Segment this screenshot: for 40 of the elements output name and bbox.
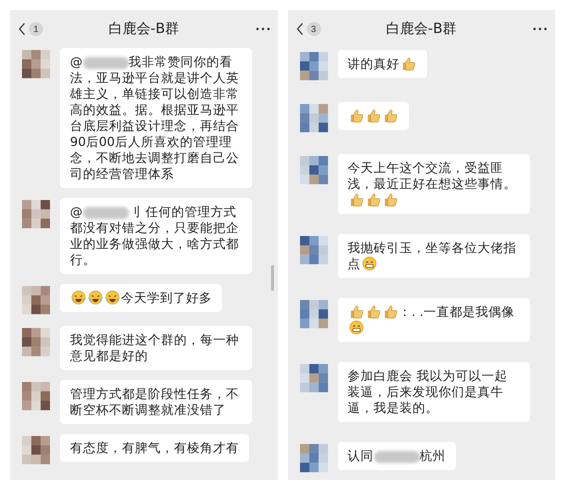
message-text: 今天学到了好多 bbox=[70, 290, 212, 305]
back-button[interactable]: 1 bbox=[18, 22, 78, 36]
message-text: 我抛砖引玉，坐等各位大佬指点 bbox=[348, 240, 516, 271]
thumbs-up-icon bbox=[366, 304, 380, 319]
message-text: @ 刂 任何的管理方式都没有对错之分，只要能把企业的业务做强做大，啥方式都行。 bbox=[70, 204, 239, 267]
thumbs-up-icon bbox=[348, 108, 364, 123]
thumbs-up-icon bbox=[366, 108, 380, 123]
redaction-blur bbox=[82, 206, 128, 219]
laughing-face-icon bbox=[105, 290, 120, 305]
grinning-face-icon bbox=[362, 256, 376, 271]
laughing-face-icon bbox=[71, 290, 86, 305]
message-text: @ 我非常赞同你的看法，亚马逊平台就是讲个人英雄主义，单链接可以创造非常高的效益。据。根据亚马逊平台底层利益设计理念，再结合90后00后人所喜欢的管理理念，不断地去调整打磨自己公司的经营管理体系 bbox=[70, 54, 239, 181]
redaction-blur bbox=[374, 450, 420, 463]
scroll-bar bbox=[270, 265, 274, 291]
chat-title: 白鹿会-B群 bbox=[384, 20, 458, 38]
thumbs-up-icon bbox=[382, 192, 398, 207]
redaction-blur bbox=[82, 56, 128, 69]
thumbs-up-icon bbox=[382, 304, 398, 319]
back-icon bbox=[18, 22, 26, 36]
back-icon bbox=[296, 22, 304, 36]
thumbs-up-icon bbox=[366, 192, 380, 207]
message-text: 管理方式都是阶段性任务，不断空杯不断调整就准没错了 bbox=[70, 386, 239, 417]
message-text: 认同 杭州 bbox=[348, 448, 446, 463]
laughing-face-icon bbox=[88, 290, 103, 305]
grinning-face-icon bbox=[348, 320, 364, 335]
more-icon bbox=[533, 27, 547, 31]
message-text: 有态度，有脾气，有棱角才有 bbox=[70, 440, 239, 455]
thumbs-up-icon bbox=[382, 108, 398, 123]
message-text: 讲的真好 bbox=[348, 56, 416, 71]
message-text: ：. .一直都是我偶像 bbox=[348, 304, 514, 335]
unread-count: 3 bbox=[306, 22, 320, 36]
unread-count: 1 bbox=[29, 22, 43, 36]
message-text: 参加白鹿会 我以为可以一起装逼，后来发现你们是真牛逼，我是装的。 bbox=[348, 368, 508, 415]
thumbs-up-icon bbox=[348, 192, 364, 207]
thumbs-up-icon bbox=[348, 304, 364, 319]
chat-title: 白鹿会-B群 bbox=[107, 20, 180, 38]
thumbs-up-icon bbox=[400, 56, 416, 71]
more-icon bbox=[256, 27, 270, 31]
message-text: 我觉得能进这个群的，每一种意见都是好的 bbox=[70, 332, 239, 363]
back-button[interactable]: 3 bbox=[296, 22, 356, 36]
